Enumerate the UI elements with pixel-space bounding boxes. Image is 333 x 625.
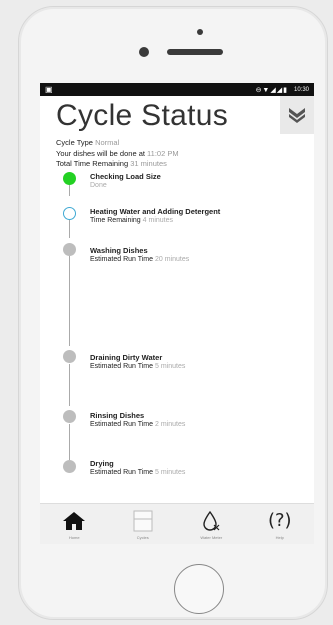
tab-water-meter[interactable]: Water Meter [177, 504, 246, 544]
collapse-button[interactable] [280, 96, 314, 134]
step-status-dot [63, 206, 76, 220]
timeline-line [69, 219, 70, 238]
time-remaining-label: Total Time Remaining [56, 159, 129, 168]
step-title: Checking Load Size [90, 171, 161, 181]
step-subtitle: Estimated Run Time 20 minutes [90, 256, 189, 263]
time-remaining-row: Total Time Remaining 31 minutes [56, 159, 314, 170]
done-time-row: Your dishes will be done at 11:02 PM [56, 149, 314, 160]
tab-label: Water Meter [200, 534, 223, 540]
timeline-line [69, 423, 70, 460]
step-status-dot [63, 242, 76, 256]
header: Cycle Status [40, 96, 314, 138]
step-subtitle-value: 20 minutes [154, 255, 190, 263]
done-time-label: Your dishes will be done at [56, 148, 145, 158]
step-title: Drying [90, 458, 114, 468]
bottom-tab-bar: Home Cycles Water Meter (?) Help [40, 503, 314, 544]
screen: ▣ ⊖▼◢◢▮ 10:30 Cycle Status Cycle Type No… [40, 83, 314, 544]
step-title: Washing Dishes [90, 245, 148, 255]
step-subtitle-label: Time Remaining [90, 216, 141, 224]
cycle-type-label: Cycle Type [56, 138, 93, 147]
step-subtitle-value: 4 minutes [142, 216, 174, 224]
step-subtitle-value: Done [90, 181, 107, 189]
time-remaining-value: 31 minutes [130, 159, 167, 168]
timeline-line [69, 255, 70, 346]
timeline-line [69, 183, 70, 196]
step-subtitle-value: 5 minutes [154, 362, 186, 370]
help-icon: (?) [267, 510, 292, 531]
home-hardware-button[interactable] [174, 564, 224, 614]
step-subtitle-label: Estimated Run Time [90, 420, 154, 428]
tab-label: Help [275, 534, 284, 540]
tab-help[interactable]: (?) Help [246, 504, 315, 544]
tab-label: Home [68, 534, 80, 540]
tab-home[interactable]: Home [40, 504, 109, 544]
step-subtitle-label: Estimated Run Time [90, 255, 154, 263]
tab-label: Cycles [136, 534, 149, 540]
step-subtitle-label: Estimated Run Time [90, 468, 154, 476]
home-icon [62, 509, 86, 533]
speaker-grille [167, 49, 223, 55]
notification-icon: ▣ [45, 85, 53, 94]
step-subtitle: Estimated Run Time 5 minutes [90, 363, 185, 370]
step-subtitle: Time Remaining 4 minutes [90, 217, 173, 224]
camera [197, 29, 203, 35]
step-status-dot [63, 409, 76, 423]
signal-icons: ⊖▼◢◢▮ [255, 86, 288, 94]
page-title: Cycle Status [56, 99, 228, 132]
cycle-steps: Checking Load Size Done Heating Water an… [40, 170, 314, 490]
cycle-type-row: Cycle Type Normal [56, 138, 314, 149]
tab-cycles[interactable]: Cycles [109, 504, 178, 544]
step-status-dot [63, 349, 76, 363]
step-subtitle-value: 2 minutes [154, 420, 186, 428]
step-status-dot [63, 459, 76, 473]
step-status-dot [63, 171, 76, 185]
status-time: 10:30 [293, 86, 309, 93]
step-subtitle: Estimated Run Time 2 minutes [90, 421, 185, 428]
cycle-type-value: Normal [95, 138, 120, 147]
step-title: Heating Water and Adding Detergent [90, 206, 221, 216]
water-drop-icon [201, 509, 221, 533]
step-subtitle: Done [90, 182, 107, 189]
done-time-value: 11:02 PM [147, 148, 179, 158]
step-subtitle: Estimated Run Time 5 minutes [90, 469, 185, 476]
cycles-icon [133, 509, 153, 533]
step-title: Rinsing Dishes [90, 410, 145, 420]
cycle-info: Cycle Type Normal Your dishes will be do… [40, 138, 314, 170]
status-bar: ▣ ⊖▼◢◢▮ 10:30 [40, 83, 314, 96]
front-sensor [139, 47, 149, 57]
step-subtitle-value: 5 minutes [154, 468, 186, 476]
step-subtitle-label: Estimated Run Time [90, 362, 154, 370]
timeline-line [69, 363, 70, 406]
step-title: Draining Dirty Water [90, 352, 163, 362]
double-chevron-down-icon [289, 108, 305, 123]
